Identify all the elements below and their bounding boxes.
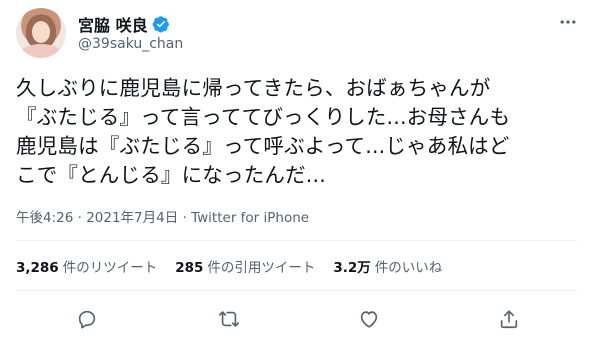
tweet-text-line: こで『とんじる』になったんだ...	[16, 163, 326, 187]
more-options-icon[interactable]	[556, 10, 580, 34]
tweet-date[interactable]: 2021年7月4日	[86, 210, 178, 226]
verified-badge-icon	[152, 15, 170, 33]
quote-label: 件の引用ツイート	[207, 260, 316, 276]
divider	[16, 240, 578, 241]
quote-stat[interactable]: 285 件の引用ツイート	[175, 256, 315, 276]
divider	[16, 290, 578, 291]
meta-separator: ·	[178, 210, 192, 226]
reply-icon[interactable]	[76, 308, 98, 330]
meta-separator: ·	[73, 210, 87, 226]
tweet-text-line: 久しぶりに鹿児島に帰ってきたら、おばぁちゃんが	[16, 76, 491, 100]
author-name-row[interactable]: 宮脇 咲良	[78, 12, 170, 36]
tweet-source[interactable]: Twitter for iPhone	[191, 210, 309, 226]
quote-count: 285	[175, 260, 204, 276]
like-stat[interactable]: 3.2万 件のいいね	[333, 256, 442, 276]
retweet-stat[interactable]: 3,286 件のリツイート	[16, 256, 157, 276]
tweet-stats: 3,286 件のリツイート 285 件の引用ツイート 3.2万 件のいいね	[16, 256, 442, 276]
heart-icon[interactable]	[358, 308, 380, 330]
avatar[interactable]	[16, 8, 66, 58]
like-label: 件のいいね	[374, 260, 443, 276]
tweet-text-line: 鹿児島は『ぶたじる』って呼ぶよって...じゃあ私はど	[16, 134, 510, 158]
author-display-name[interactable]: 宮脇 咲良	[78, 12, 148, 36]
tweet-time[interactable]: 午後4:26	[16, 210, 73, 226]
retweet-icon[interactable]	[218, 308, 240, 330]
tweet-text-line: 『ぶたじる』って言っててびっくりした...お母さんも	[16, 105, 511, 129]
tweet-text: 久しぶりに鹿児島に帰ってきたら、おばぁちゃんが 『ぶたじる』って言っててびっくり…	[16, 74, 582, 190]
like-count: 3.2万	[333, 260, 371, 276]
tweet-actions	[0, 300, 594, 340]
tweet-meta: 午後4:26 · 2021年7月4日 · Twitter for iPhone	[16, 206, 309, 226]
retweet-count: 3,286	[16, 260, 59, 276]
avatar-shoulders	[20, 44, 62, 58]
share-icon[interactable]	[498, 308, 520, 330]
tweet-card: 宮脇 咲良 @39saku_chan 久しぶりに鹿児島に帰ってきたら、おばぁちゃ…	[0, 0, 594, 347]
retweet-label: 件のリツイート	[62, 260, 158, 276]
author-handle[interactable]: @39saku_chan	[78, 36, 183, 52]
avatar-face	[32, 21, 50, 43]
